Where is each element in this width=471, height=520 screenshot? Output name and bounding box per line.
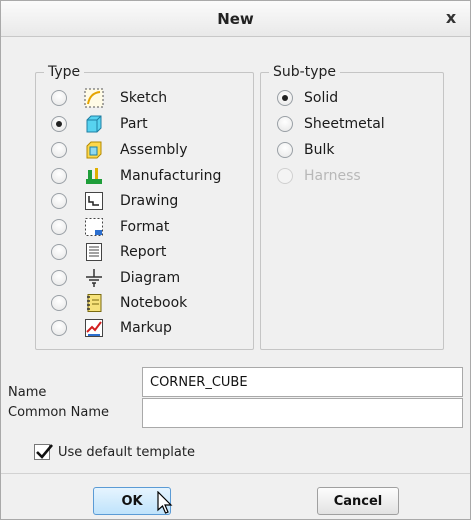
subtype-legend: Sub-type xyxy=(273,64,336,80)
type-option-markup[interactable]: Markup xyxy=(51,318,251,338)
type-option-sketch[interactable]: Sketch xyxy=(51,88,251,108)
type-radio-report[interactable] xyxy=(51,244,67,260)
subtype-radio-harness xyxy=(277,168,293,184)
type-label-format: Format xyxy=(120,219,170,235)
type-radio-notebook[interactable] xyxy=(51,295,67,311)
subtype-option-sheetmetal[interactable]: Sheetmetal xyxy=(277,114,437,134)
subtype-radio-sheetmetal[interactable] xyxy=(277,116,293,132)
type-label-notebook: Notebook xyxy=(120,295,188,311)
use-default-template-checkbox[interactable] xyxy=(34,444,53,460)
type-label-assembly: Assembly xyxy=(120,142,188,158)
type-radio-manufacturing[interactable] xyxy=(51,168,67,184)
type-radio-diagram[interactable] xyxy=(51,270,67,286)
subtype-label-solid: Solid xyxy=(304,90,339,106)
type-radio-assembly[interactable] xyxy=(51,142,67,158)
type-option-part[interactable]: Part xyxy=(51,114,251,134)
name-label: Name xyxy=(8,385,47,400)
type-label-part: Part xyxy=(120,116,148,132)
diagram-icon xyxy=(84,268,104,288)
new-dialog: New x Type Sketch Part Assembly Manufact… xyxy=(0,0,471,520)
subtype-option-solid[interactable]: Solid xyxy=(277,88,437,108)
common-name-label: Common Name xyxy=(8,405,110,420)
type-radio-sketch[interactable] xyxy=(51,90,67,106)
manufacturing-icon xyxy=(84,166,104,186)
close-icon[interactable]: x xyxy=(442,8,460,28)
notebook-icon xyxy=(84,293,104,313)
type-option-notebook[interactable]: Notebook xyxy=(51,293,251,313)
type-label-sketch: Sketch xyxy=(120,90,168,106)
sketch-icon xyxy=(84,88,104,108)
type-label-markup: Markup xyxy=(120,320,172,336)
format-icon xyxy=(84,217,104,237)
subtype-label-sheetmetal: Sheetmetal xyxy=(304,116,385,132)
type-option-drawing[interactable]: Drawing xyxy=(51,191,251,211)
subtype-label-bulk: Bulk xyxy=(304,142,335,158)
type-label-manufacturing: Manufacturing xyxy=(120,168,222,184)
markup-icon xyxy=(84,318,104,338)
type-option-assembly[interactable]: Assembly xyxy=(51,140,251,160)
checkmark-icon xyxy=(36,444,53,459)
subtype-option-bulk[interactable]: Bulk xyxy=(277,140,437,160)
type-legend: Type xyxy=(48,64,81,80)
report-icon xyxy=(84,242,104,262)
type-radio-format[interactable] xyxy=(51,219,67,235)
type-label-diagram: Diagram xyxy=(120,270,181,286)
type-label-drawing: Drawing xyxy=(120,193,179,209)
use-default-template-label: Use default template xyxy=(58,445,195,460)
common-name-input[interactable] xyxy=(142,398,463,428)
type-option-manufacturing[interactable]: Manufacturing xyxy=(51,166,251,186)
type-radio-markup[interactable] xyxy=(51,320,67,336)
footer-separator xyxy=(1,473,470,474)
type-radio-part[interactable] xyxy=(51,116,67,132)
type-option-report[interactable]: Report xyxy=(51,242,251,262)
type-radio-drawing[interactable] xyxy=(51,193,67,209)
name-input[interactable] xyxy=(142,367,463,397)
type-label-report: Report xyxy=(120,244,167,260)
subtype-option-harness: Harness xyxy=(277,166,437,186)
type-option-format[interactable]: Format xyxy=(51,217,251,237)
drawing-icon xyxy=(84,191,104,211)
type-option-diagram[interactable]: Diagram xyxy=(51,268,251,288)
cancel-button[interactable]: Cancel xyxy=(317,487,399,515)
subtype-label-harness: Harness xyxy=(304,168,361,184)
dialog-title: New xyxy=(217,10,254,28)
mouse-pointer-icon xyxy=(157,491,173,514)
part-icon xyxy=(84,114,104,134)
dialog-titlebar: New x xyxy=(1,1,470,37)
assembly-icon xyxy=(84,140,104,160)
subtype-radio-bulk[interactable] xyxy=(277,142,293,158)
subtype-radio-solid[interactable] xyxy=(277,90,293,106)
